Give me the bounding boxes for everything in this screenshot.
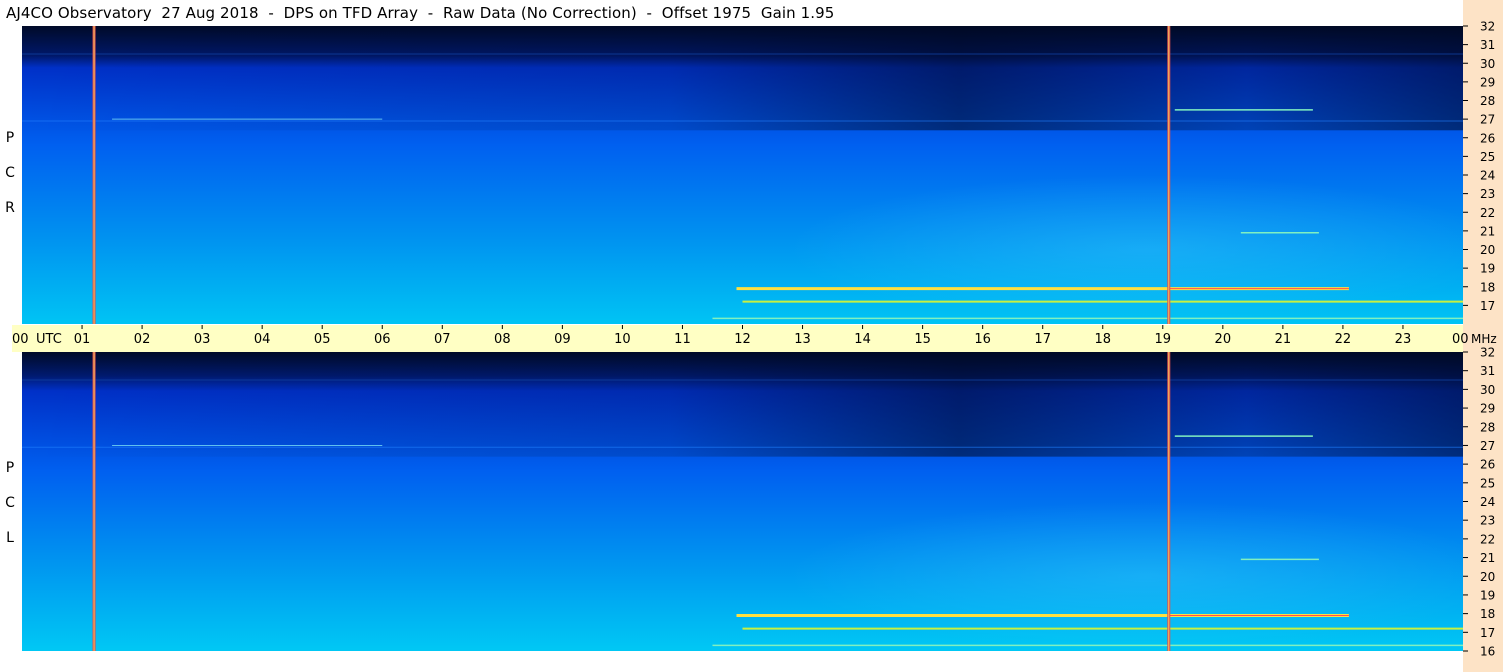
frequency-tick-label: 32 [1480,20,1495,34]
frequency-tick-label: 28 [1480,420,1495,434]
time-tick-label: 06 [374,332,391,347]
frequency-tick-label: 16 [1480,645,1495,659]
time-tick-label: 04 [254,332,271,347]
frequency-tick-label: 22 [1480,532,1495,546]
spectrogram-noise-region [22,26,1463,324]
spectrogram-chart: 00 01 02 03 04 05 06 07 08 09 10 11 12 13 14 15 16 17 18 19… [12,20,1497,659]
time-tick-label: 02 [134,332,151,347]
time-tick-label: 08 [494,332,511,347]
time-tick-label: 00 [12,332,29,347]
frequency-tick-label: 18 [1480,607,1495,621]
frequency-tick-label: 22 [1480,206,1495,220]
time-tick-label: 14 [854,332,871,347]
time-tick-label: 15 [914,332,931,347]
time-tick-label: 13 [794,332,811,347]
frequency-tick-label: 26 [1480,131,1495,145]
frequency-tick-label: 23 [1480,514,1495,528]
frequency-unit-label: MHz [1471,332,1497,346]
time-tick-label: 19 [1155,332,1172,347]
frequency-tick-label: 17 [1480,626,1495,640]
frequency-tick-label: 28 [1480,94,1495,108]
time-tick-label: 22 [1335,332,1352,347]
time-tick-label: 05 [314,332,331,347]
frequency-tick-label: 21 [1480,224,1495,238]
time-tick-label: 11 [674,332,691,347]
time-tick-label: 01 [74,332,91,347]
spectrogram-noise-region [22,352,1463,651]
frequency-tick-label: 26 [1480,458,1495,472]
time-tick-label: 07 [434,332,451,347]
time-unit-label: UTC [36,332,62,347]
frequency-tick-label: 18 [1480,280,1495,294]
frequency-tick-label: 31 [1480,364,1495,378]
frequency-tick-label: 27 [1480,439,1495,453]
frequency-tick-label: 27 [1480,113,1495,127]
time-tick-label: 23 [1395,332,1412,347]
time-tick-label: 16 [974,332,991,347]
frequency-tick-label: 30 [1480,383,1495,397]
frequency-tick-label: 17 [1480,299,1495,313]
frequency-tick-label: 25 [1480,476,1495,490]
frequency-tick-label: 24 [1480,169,1495,183]
frequency-tick-label: 30 [1480,57,1495,71]
frequency-tick-label: 32 [1480,346,1495,360]
time-tick-label: 17 [1034,332,1051,347]
frequency-tick-label: 31 [1480,38,1495,52]
frequency-tick-label: 20 [1480,570,1495,584]
time-tick-label: 10 [614,332,631,347]
frequency-tick-label: 19 [1480,588,1495,602]
time-tick-label: 18 [1094,332,1111,347]
frequency-tick-label: 21 [1480,551,1495,565]
time-tick-label: 12 [734,332,751,347]
time-tick-label: 21 [1275,332,1292,347]
frequency-tick-label: 20 [1480,243,1495,257]
frequency-tick-label: 19 [1480,262,1495,276]
frequency-tick-label: 24 [1480,495,1495,509]
frequency-tick-label: 25 [1480,150,1495,164]
time-tick-label: 03 [194,332,211,347]
time-tick-label: 09 [554,332,571,347]
time-tick-label: 00 [1452,332,1469,347]
frequency-tick-label: 29 [1480,402,1495,416]
time-tick-label: 20 [1215,332,1232,347]
frequency-tick-label: 29 [1480,75,1495,89]
frequency-tick-label: 23 [1480,187,1495,201]
